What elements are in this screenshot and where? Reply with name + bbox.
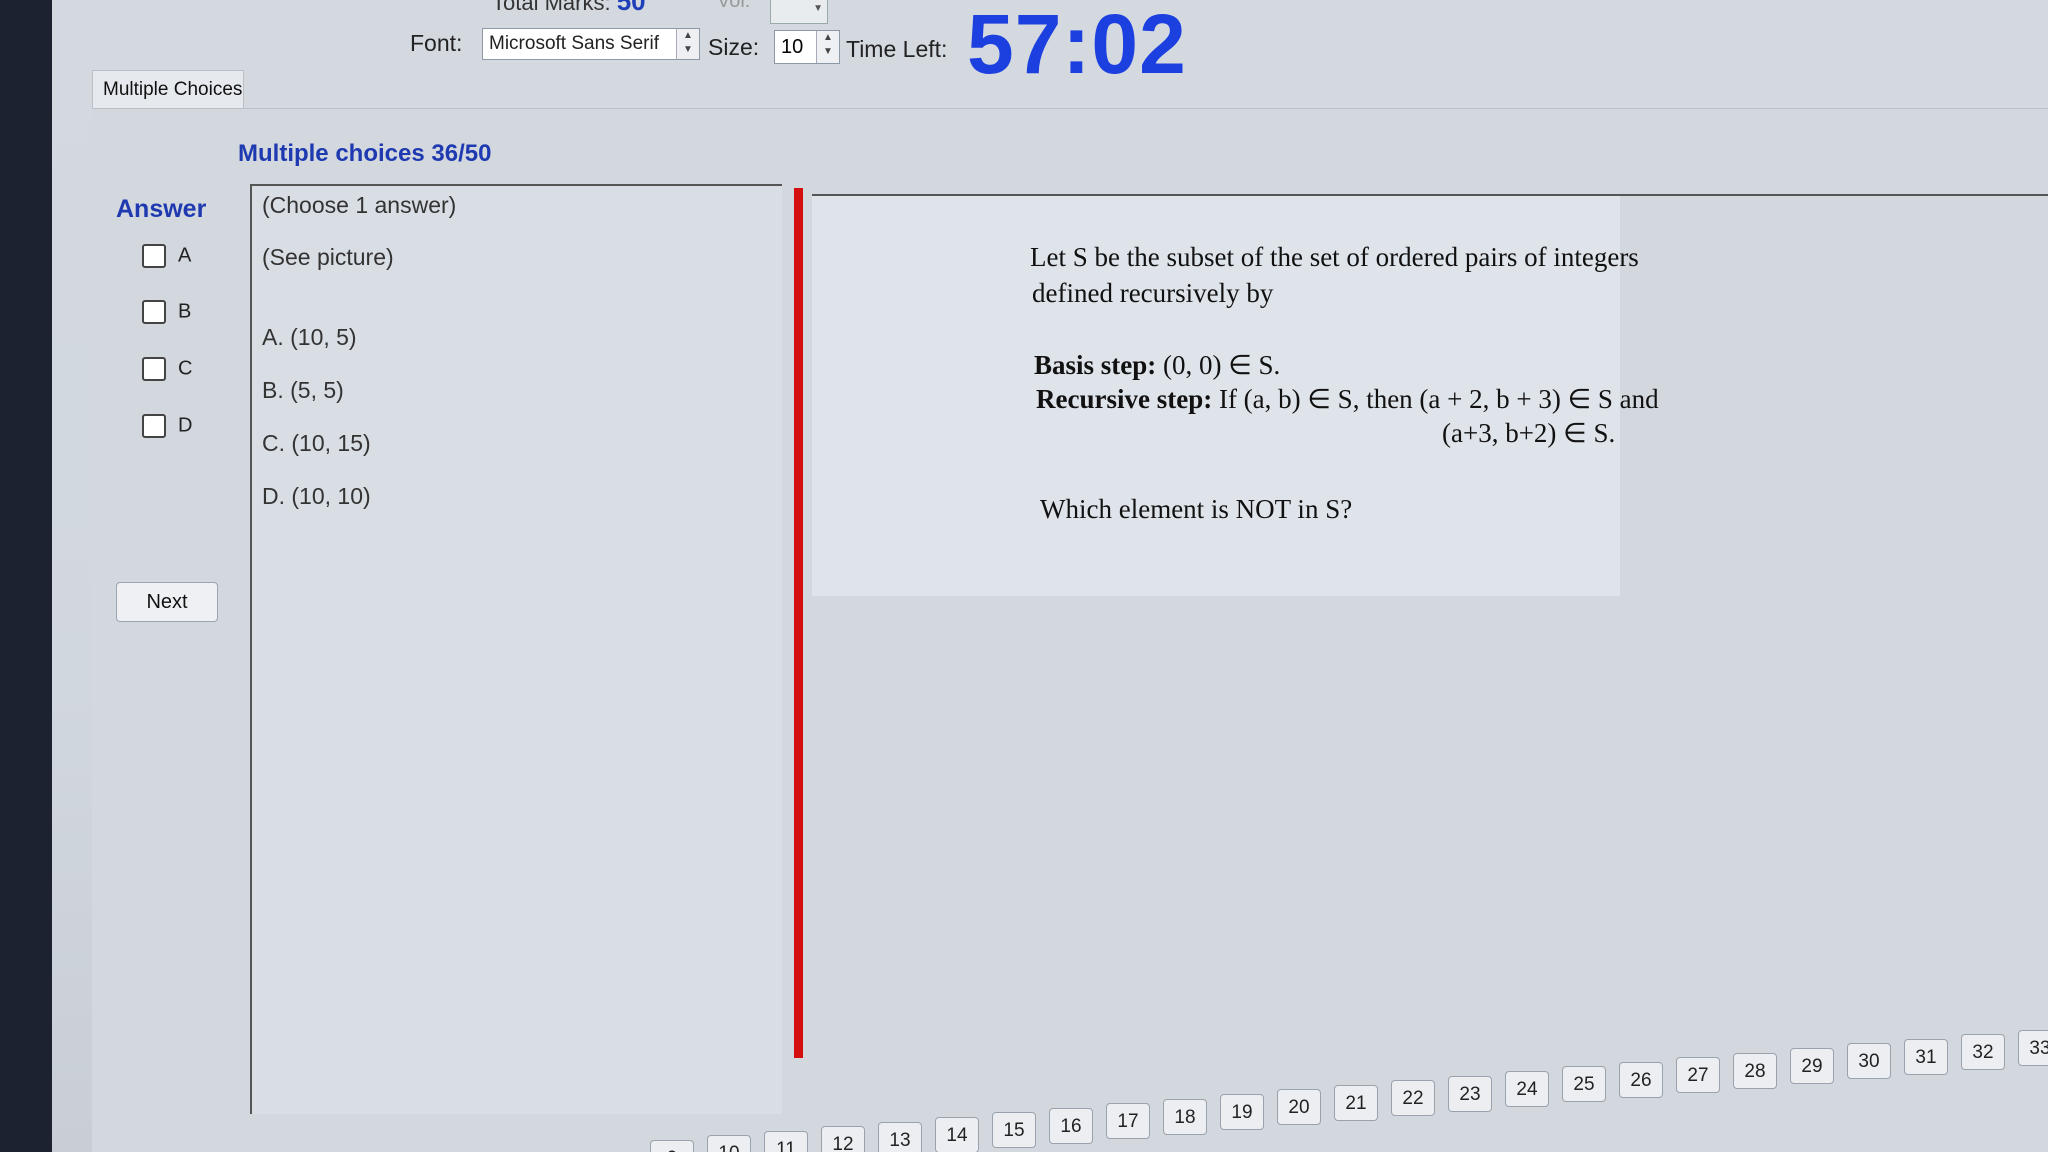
- choices-instruction: (Choose 1 answer): [262, 192, 457, 218]
- page-button-29[interactable]: 29: [1790, 1048, 1834, 1084]
- page-button-22[interactable]: 22: [1391, 1080, 1435, 1116]
- choice-item-c: C. (10, 15): [262, 430, 371, 456]
- page-button-9[interactable]: 9: [650, 1140, 694, 1152]
- size-stepper[interactable]: 10 ▲ ▼: [774, 30, 840, 64]
- question-border: [1620, 194, 2048, 196]
- page-button-10[interactable]: 10: [707, 1135, 751, 1152]
- page-button-19[interactable]: 19: [1220, 1094, 1264, 1130]
- page-button-28[interactable]: 28: [1733, 1053, 1777, 1089]
- checkbox[interactable]: [142, 414, 166, 438]
- answer-title: Answer: [116, 195, 207, 223]
- page-button-20[interactable]: 20: [1277, 1089, 1321, 1125]
- question-navigator: 9 10 11 12 13 14 15 16 17 18 19 20 21 22 23 24 25 26 27 28 2…: [52, 1000, 2048, 1152]
- choice-item-b: B. (5, 5): [262, 377, 344, 403]
- answer-option-a[interactable]: A: [142, 244, 191, 268]
- vol-select[interactable]: ▼: [770, 0, 828, 24]
- page-button-24[interactable]: 24: [1505, 1071, 1549, 1107]
- font-spinner-icon[interactable]: ▲ ▼: [676, 29, 699, 59]
- chevron-down-icon: ▼: [813, 3, 823, 14]
- basis-step: Basis step: (0, 0) ∈ S.: [1034, 350, 1281, 380]
- choice-item-a: A. (10, 5): [262, 324, 357, 350]
- recursive-step-cont: (a+3, b+2) ∈ S.: [1442, 418, 1616, 448]
- page-button-25[interactable]: 25: [1562, 1066, 1606, 1102]
- page-button-17[interactable]: 17: [1106, 1103, 1150, 1139]
- page-button-12[interactable]: 12: [821, 1126, 865, 1152]
- checkbox[interactable]: [142, 300, 166, 324]
- page-button-33[interactable]: 33: [2018, 1030, 2048, 1066]
- page-button-15[interactable]: 15: [992, 1112, 1036, 1148]
- page-button-23[interactable]: 23: [1448, 1076, 1492, 1112]
- vol-label: Vol:: [717, 0, 751, 12]
- answer-option-d[interactable]: D: [142, 414, 192, 438]
- recursive-step: Recursive step: If (a, b) ∈ S, then (a +…: [1036, 384, 1659, 414]
- size-spinner-icon[interactable]: ▲ ▼: [816, 31, 839, 63]
- question-line-1: Let S be the subset of the set of ordere…: [1030, 242, 1639, 272]
- page-button-30[interactable]: 30: [1847, 1043, 1891, 1079]
- see-picture-note: (See picture): [262, 244, 394, 270]
- page-button-32[interactable]: 32: [1961, 1034, 2005, 1070]
- tab-multiple-choices[interactable]: Multiple Choices: [92, 70, 244, 110]
- checkbox[interactable]: [142, 357, 166, 381]
- page-button-31[interactable]: 31: [1904, 1039, 1948, 1075]
- answer-option-c[interactable]: C: [142, 357, 192, 381]
- font-select-value: Microsoft Sans Serif: [489, 33, 659, 54]
- answer-option-b[interactable]: B: [142, 300, 191, 324]
- size-value: 10: [781, 36, 804, 58]
- total-marks: Total Marks: 50: [492, 0, 646, 16]
- page-button-18[interactable]: 18: [1163, 1099, 1207, 1135]
- font-label: Font:: [410, 30, 463, 56]
- time-left-label: Time Left:: [846, 36, 948, 62]
- pane-divider[interactable]: [794, 188, 803, 1058]
- section-title: Multiple choices 36/50: [238, 140, 492, 167]
- next-button[interactable]: Next: [116, 582, 218, 622]
- question-prompt: Which element is NOT in S?: [1040, 494, 1353, 524]
- page-button-21[interactable]: 21: [1334, 1085, 1378, 1121]
- page-button-14[interactable]: 14: [935, 1117, 979, 1152]
- exam-window: Total Marks: 50 Vol: ▼ Font: Microsoft S…: [52, 0, 2048, 1152]
- size-label: Size:: [708, 34, 760, 60]
- choice-item-d: D. (10, 10): [262, 483, 371, 509]
- page-button-26[interactable]: 26: [1619, 1062, 1663, 1098]
- page-button-11[interactable]: 11: [764, 1131, 808, 1152]
- checkbox[interactable]: [142, 244, 166, 268]
- page-button-13[interactable]: 13: [878, 1122, 922, 1152]
- question-line-2: defined recursively by: [1032, 278, 1274, 308]
- countdown-timer: 57:02: [967, 0, 1187, 91]
- font-select[interactable]: Microsoft Sans Serif ▲ ▼: [482, 28, 700, 60]
- page-button-16[interactable]: 16: [1049, 1108, 1093, 1144]
- page-button-27[interactable]: 27: [1676, 1057, 1720, 1093]
